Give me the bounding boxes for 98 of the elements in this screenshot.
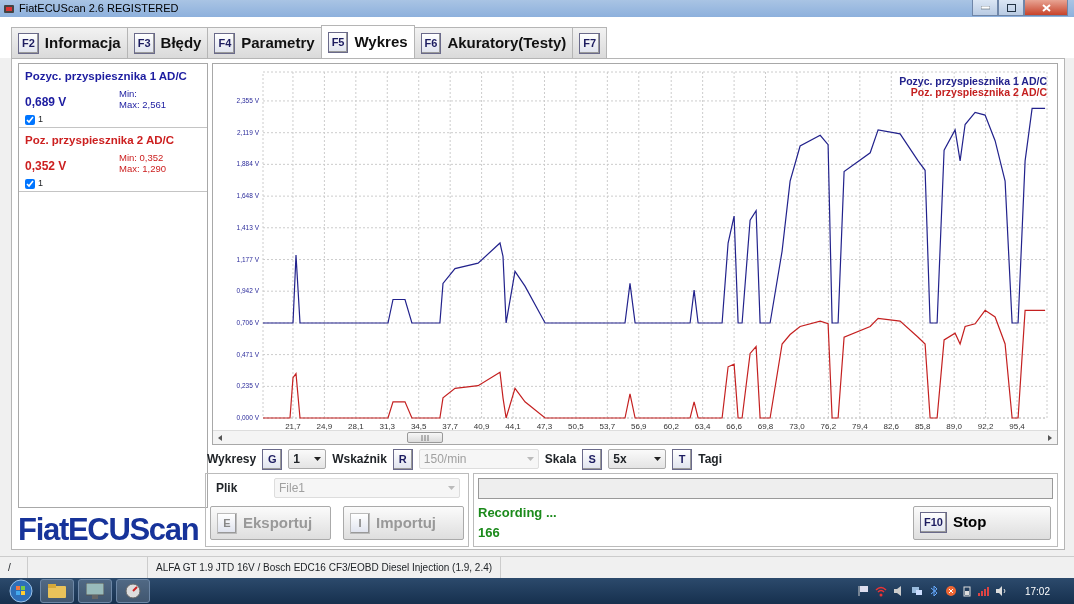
x-axis-label: 21,7	[285, 422, 301, 430]
signal-icon[interactable]	[976, 585, 989, 597]
signal-value: 0,689 V	[25, 94, 68, 112]
field-label: Plik	[215, 480, 239, 497]
flag-icon[interactable]	[856, 585, 869, 597]
shortcut-key: F7	[579, 32, 601, 54]
sample-count: 166	[478, 523, 501, 542]
wifi-icon[interactable]	[874, 585, 887, 597]
shortcut-key[interactable]: T	[672, 448, 693, 470]
checkbox-label: 1	[38, 113, 43, 127]
x-axis-label: 31,3	[379, 422, 396, 430]
signal-value: 0,352 V	[25, 158, 68, 176]
app-icon	[3, 2, 15, 15]
shortcut-key: F6	[420, 32, 442, 54]
app-logo: FiatECUScan	[18, 511, 200, 547]
shortcut-key: R	[392, 448, 413, 470]
taskbar-app[interactable]	[78, 579, 112, 603]
tab[interactable]: F7	[572, 27, 608, 58]
max-value: Max: 2,561	[119, 100, 166, 112]
gauge-icon	[125, 583, 141, 599]
tab[interactable]: F4 Parametry	[207, 27, 322, 58]
x-axis-label: 69,8	[757, 422, 774, 430]
shortcut-key: S	[582, 448, 603, 470]
file-dropdown: File1	[274, 478, 460, 498]
minimize-icon	[980, 5, 990, 10]
horizontal-scrollbar[interactable]	[213, 430, 1057, 444]
taskbar-app[interactable]	[40, 579, 74, 603]
x-axis-label: 34,5	[410, 422, 427, 430]
x-axis-label: 60,2	[663, 422, 679, 430]
control-label: Skala	[544, 451, 577, 468]
checkbox[interactable]	[25, 115, 35, 125]
shortcut-key: F3	[133, 32, 155, 54]
min-value: Min:	[119, 89, 138, 101]
dropdown[interactable]: 1	[288, 449, 327, 469]
shortcut-key: F2	[18, 32, 39, 54]
caret-icon	[448, 486, 455, 490]
x-axis-label: 66,6	[726, 422, 742, 430]
control-label: Wskaźnik	[332, 451, 387, 468]
x-axis-label: 92,2	[977, 422, 994, 430]
tab[interactable]: F3 Błędy	[126, 27, 209, 58]
x-axis-label: 89,0	[946, 422, 962, 430]
dropdown[interactable]: 5x	[608, 449, 667, 469]
shortcut-key: F4	[214, 32, 236, 54]
x-axis-label: 76,2	[820, 422, 837, 430]
grip-icon	[420, 434, 430, 441]
stop-button[interactable]: F10 Stop	[913, 505, 1051, 540]
x-axis-label: 79,4	[852, 422, 868, 430]
bluetooth-icon[interactable]	[928, 585, 939, 597]
x-axis-label: 73,0	[789, 422, 805, 430]
caret-icon	[314, 457, 322, 461]
network-icon[interactable]	[910, 585, 923, 597]
maximize-button[interactable]	[998, 0, 1024, 16]
clock-time[interactable]: 17:02	[1024, 583, 1050, 599]
legend-entry: Pozyc. przyspiesznika 1 AD/C	[899, 75, 1047, 87]
volume-icon[interactable]	[994, 585, 1007, 597]
x-axis-label: 28,1	[348, 422, 364, 430]
control-label: Tagi	[698, 451, 722, 468]
shortcut-key: F5	[327, 31, 349, 53]
taskbar-app[interactable]	[116, 579, 150, 603]
close-icon	[1041, 3, 1051, 12]
maximize-icon	[1006, 3, 1016, 12]
shield-icon[interactable]	[944, 585, 957, 597]
shortcut-key: E	[217, 512, 237, 534]
max-value: Max: 1,290	[119, 164, 166, 176]
min-value: Min: 0,352	[119, 153, 165, 165]
x-axis-label: 85,8	[914, 422, 931, 430]
battery-icon[interactable]	[962, 585, 971, 597]
folder-icon	[48, 584, 66, 598]
checkbox[interactable]	[25, 179, 35, 189]
tab[interactable]: F6 Akuratory(Testy)	[413, 27, 574, 58]
shortcut-key: F10	[920, 512, 947, 533]
tab[interactable]: F2 Informacja	[11, 27, 128, 58]
x-axis-label: 95,4	[1009, 422, 1025, 430]
x-axis-label: 40,9	[473, 422, 490, 430]
scroll-thumb[interactable]	[407, 432, 443, 443]
start-button[interactable]	[6, 578, 36, 604]
recording-status: Recording ...	[478, 504, 557, 522]
signal-name: Poz. przyspiesznika 2 AD/C	[25, 133, 176, 148]
x-axis-label: 56,9	[631, 422, 647, 430]
x-axis-label: 63,4	[694, 422, 711, 430]
shortcut-key: G	[262, 448, 283, 470]
x-axis-label: 37,7	[442, 422, 458, 430]
monitor-icon	[86, 583, 104, 599]
shortcut-key: I	[350, 512, 370, 534]
window-title: FiatECUScan 2.6 REGISTERED	[19, 1, 179, 17]
x-axis-label: 44,1	[505, 422, 521, 430]
x-axis-label: 53,7	[599, 422, 616, 430]
x-axis-label: 82,6	[883, 422, 900, 430]
caret-icon	[526, 457, 534, 461]
x-axis-label: 47,3	[536, 422, 553, 430]
x-axis-label: 24,9	[316, 422, 333, 430]
signal-name: Pozyc. przyspiesznika 1 AD/C	[25, 69, 188, 84]
legend-entry: Poz. przyspiesznika 2 AD/C	[910, 86, 1047, 98]
checkbox-label: 1	[38, 177, 43, 191]
caret-icon	[654, 457, 662, 461]
close-button[interactable]	[1024, 0, 1068, 16]
x-axis-label: 50,5	[568, 422, 584, 430]
control-label: Wykresy	[207, 451, 257, 468]
